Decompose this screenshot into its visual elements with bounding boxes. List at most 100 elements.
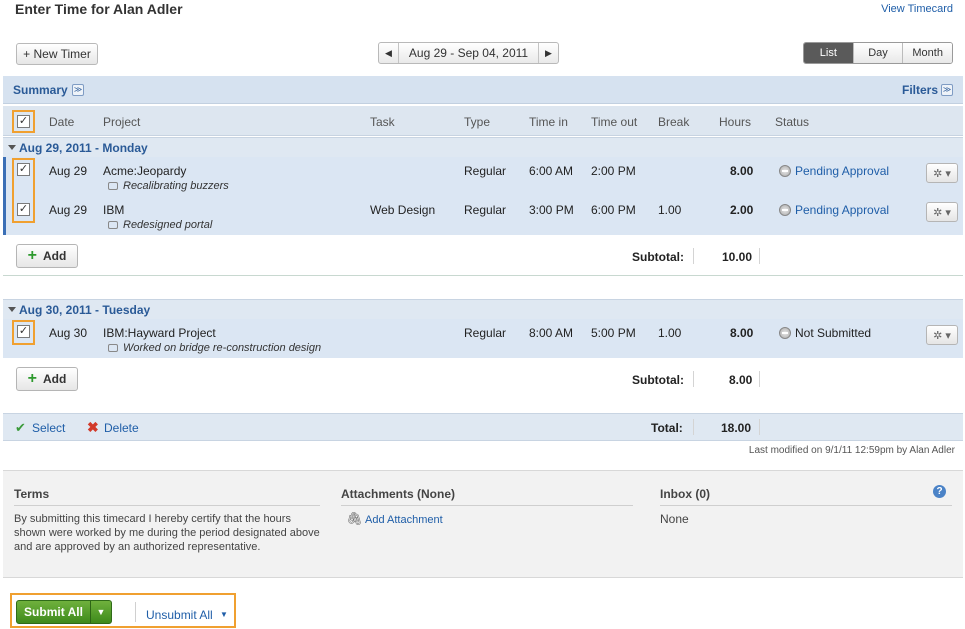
row-checkbox[interactable]: ✓	[17, 325, 30, 338]
day-header-aug30[interactable]: Aug 30, 2011 - Tuesday	[3, 299, 963, 319]
day-header-aug29[interactable]: Aug 29, 2011 - Monday	[3, 137, 963, 157]
divider	[693, 248, 694, 264]
entry-type: Regular	[464, 164, 507, 178]
summary-label[interactable]: Summary	[13, 83, 68, 97]
select-all-checkbox[interactable]: ✓	[17, 115, 30, 128]
view-list-button[interactable]: List	[804, 43, 853, 63]
row-gear-menu-icon[interactable]: ✲ ▾	[926, 202, 958, 222]
entry-status[interactable]: Pending Approval	[795, 203, 889, 217]
filters-label[interactable]: Filters	[902, 83, 938, 97]
submit-actions-highlight: Submit All ▼ Unsubmit All ▼	[10, 593, 236, 628]
row-checkbox[interactable]: ✓	[17, 163, 30, 176]
col-status[interactable]: Status	[775, 115, 809, 129]
entry-date: Aug 29	[49, 203, 88, 217]
add-entry-button[interactable]: + Add	[16, 367, 78, 391]
comment-icon	[108, 221, 118, 229]
row-checkbox[interactable]: ✓	[17, 203, 30, 216]
col-time-in[interactable]: Time in	[529, 115, 568, 129]
add-label: Add	[43, 249, 67, 263]
entry-project[interactable]: IBM:Hayward Project	[103, 326, 216, 340]
unsubmit-dropdown-icon[interactable]: ▼	[220, 610, 228, 619]
date-range-label: Aug 29 - Sep 04, 2011	[408, 46, 529, 60]
col-time-out[interactable]: Time out	[591, 115, 637, 129]
delete-link[interactable]: Delete	[104, 421, 139, 435]
col-hours[interactable]: Hours	[719, 115, 751, 129]
col-project[interactable]: Project	[103, 115, 140, 129]
divider	[135, 602, 136, 622]
col-date[interactable]: Date	[49, 115, 74, 129]
attachments-title: Attachments (None)	[341, 487, 456, 501]
entry-hours: 8.00	[730, 164, 754, 178]
entry-hours: 8.00	[730, 326, 754, 340]
divider	[341, 505, 633, 506]
terms-text: By submitting this timecard I hereby cer…	[14, 513, 320, 553]
collapse-triangle-icon[interactable]	[8, 307, 16, 312]
row-gear-menu-icon[interactable]: ✲ ▾	[926, 325, 958, 345]
entry-status: Not Submitted	[795, 326, 872, 340]
summary-bar: Summary ≫ Filters ≫	[3, 76, 963, 104]
inbox-value: None	[660, 512, 689, 526]
delete-x-icon: ✖	[87, 419, 99, 435]
entry-date: Aug 30	[49, 326, 88, 340]
entry-time-in: 6:00 AM	[529, 164, 574, 178]
collapse-triangle-icon[interactable]	[8, 145, 16, 150]
inbox-title: Inbox (0)	[660, 487, 710, 501]
divider	[14, 505, 320, 506]
terms-title: Terms	[14, 487, 50, 501]
view-toggle: List Day Month	[803, 42, 953, 64]
plus-icon: +	[27, 247, 37, 264]
col-type[interactable]: Type	[464, 115, 490, 129]
selected-row-indicator	[3, 157, 6, 235]
select-link[interactable]: Select	[32, 421, 65, 435]
new-timer-button[interactable]: + New Timer	[16, 43, 98, 65]
filters-expand-icon[interactable]: ≫	[941, 84, 953, 96]
actions-footer-bar: ✔ Select ✖ Delete Total: 18.00	[3, 413, 963, 441]
comment-icon	[108, 182, 118, 190]
divider	[693, 419, 694, 435]
summary-expand-icon[interactable]: ≫	[72, 84, 84, 96]
view-month-button[interactable]: Month	[902, 43, 952, 63]
entry-project[interactable]: IBM	[103, 203, 124, 217]
info-panel: Terms By submitting this timecard I here…	[3, 470, 963, 578]
entry-time-out: 5:00 PM	[591, 326, 636, 340]
entry-status[interactable]: Pending Approval	[795, 164, 889, 178]
view-timecard-link[interactable]: View Timecard	[881, 3, 953, 15]
entry-hours: 2.00	[730, 203, 754, 217]
column-header-row: Date Project Task Type Time in Time out …	[3, 106, 963, 136]
entry-note: Redesigned portal	[123, 219, 213, 231]
view-day-button[interactable]: Day	[852, 43, 903, 63]
entry-type: Regular	[464, 326, 507, 340]
subtotal-label: Subtotal:	[632, 250, 684, 264]
col-task[interactable]: Task	[370, 115, 395, 129]
pending-status-icon	[779, 165, 791, 177]
add-attachment-link[interactable]: Add Attachment	[365, 514, 443, 526]
plus-icon: +	[27, 370, 37, 387]
total-label: Total:	[651, 421, 683, 435]
day-header-label: Aug 29, 2011 - Monday	[19, 141, 148, 155]
entry-note: Recalibrating buzzers	[123, 180, 229, 192]
not-submitted-status-icon	[779, 327, 791, 339]
col-break[interactable]: Break	[658, 115, 689, 129]
help-icon[interactable]: ?	[933, 485, 946, 498]
entry-type: Regular	[464, 203, 507, 217]
subtotal-label: Subtotal:	[632, 373, 684, 387]
entry-time-in: 3:00 PM	[529, 203, 574, 217]
submit-dropdown-icon[interactable]: ▼	[91, 601, 111, 623]
subtotal-value: 10.00	[722, 250, 753, 264]
divider	[759, 248, 760, 264]
check-icon: ✔	[15, 420, 26, 435]
next-week-arrow-icon[interactable]: ▶	[538, 43, 558, 63]
entry-time-in: 8:00 AM	[529, 326, 574, 340]
submit-all-button[interactable]: Submit All ▼	[16, 600, 112, 624]
last-modified-text: Last modified on 9/1/11 12:59pm by Alan …	[748, 445, 955, 456]
entry-project[interactable]: Acme:Jeopardy	[103, 164, 186, 178]
comment-icon	[108, 344, 118, 352]
row-gear-menu-icon[interactable]: ✲ ▾	[926, 163, 958, 183]
day-header-label: Aug 30, 2011 - Tuesday	[19, 303, 151, 317]
unsubmit-all-link[interactable]: Unsubmit All	[146, 608, 213, 622]
add-entry-button[interactable]: + Add	[16, 244, 78, 268]
submit-all-label[interactable]: Submit All	[17, 601, 91, 623]
divider	[693, 371, 694, 387]
previous-week-arrow-icon[interactable]: ◀	[379, 43, 399, 63]
entry-date: Aug 29	[49, 164, 88, 178]
